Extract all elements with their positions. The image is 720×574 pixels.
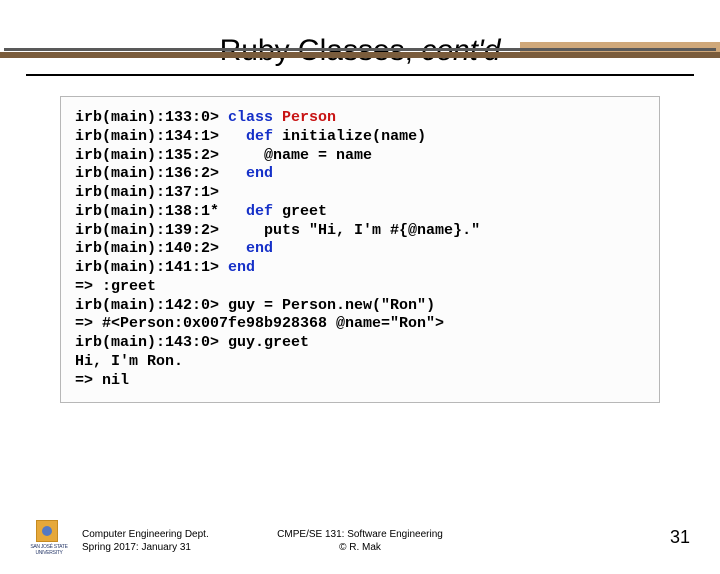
code-line: irb(main):142:0> guy = Person.new("Ron") — [75, 297, 435, 314]
code-line: irb(main):140:2> end — [75, 240, 273, 257]
code-line: irb(main):136:2> end — [75, 165, 273, 182]
title-underline — [26, 74, 694, 76]
code-line: irb(main):133:0> class Person — [75, 109, 336, 126]
code-line: irb(main):137:1> — [75, 184, 219, 201]
code-line: irb(main):138:1* def greet — [75, 203, 327, 220]
code-line: irb(main):143:0> guy.greet — [75, 334, 309, 351]
code-line: irb(main):139:2> puts "Hi, I'm #{@name}.… — [75, 222, 480, 239]
code-line: Hi, I'm Ron. — [75, 353, 183, 370]
code-line: => #<Person:0x007fe98b928368 @name="Ron"… — [75, 315, 444, 332]
page-number: 31 — [670, 527, 690, 548]
footer: SAN JOSÉ STATE UNIVERSITY Computer Engin… — [0, 510, 720, 560]
decor-stripe-gray — [4, 48, 716, 51]
footer-center-line2: © R. Mak — [0, 542, 720, 555]
code-line: irb(main):141:1> end — [75, 259, 255, 276]
code-block: irb(main):133:0> class Person irb(main):… — [60, 96, 660, 403]
footer-center: CMPE/SE 131: Software Engineering © R. M… — [0, 529, 720, 554]
code-line: => :greet — [75, 278, 156, 295]
code-line: irb(main):135:2> @name = name — [75, 147, 372, 164]
top-decor-bar — [0, 42, 720, 60]
code-line: => nil — [75, 372, 129, 389]
slide: Ruby Classes, cont'd irb(main):133:0> cl… — [0, 34, 720, 574]
decor-stripe-brown — [0, 52, 720, 58]
code-line: irb(main):134:1> def initialize(name) — [75, 128, 426, 145]
